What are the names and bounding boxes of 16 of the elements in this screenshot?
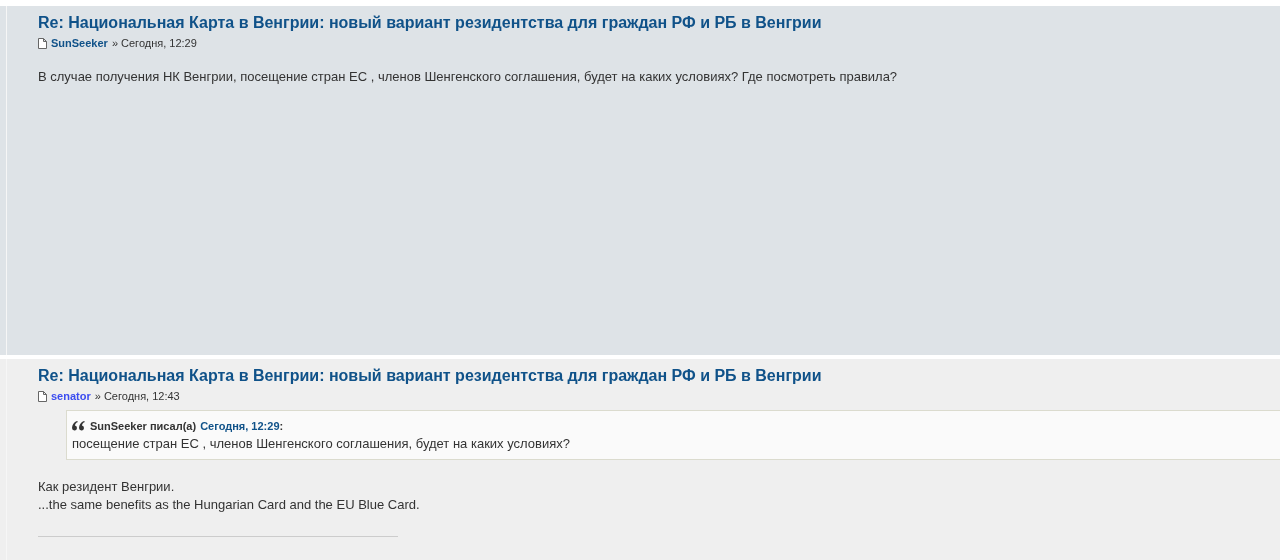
quote-text: посещение стран ЕС , членов Шенгенского соглашения, будет на каких условиях? xyxy=(72,435,571,453)
post-title[interactable]: Re: Национальная Карта в Венгрии: новый вариант резидентства для граждан РФ и РБ в Венгрии xyxy=(38,14,822,32)
quote-icon xyxy=(72,421,86,431)
post-title[interactable]: Re: Национальная Карта в Венгрии: новый вариант резидентства для граждан РФ и РБ в Венгрии xyxy=(38,367,822,385)
document-icon xyxy=(38,390,47,402)
document-icon xyxy=(38,37,47,49)
quote-time-link[interactable]: Сегодня, 12:29 xyxy=(200,420,280,432)
author-link[interactable]: SunSeeker xyxy=(51,37,108,49)
post-time: » Сегодня, 12:43 xyxy=(94,390,180,402)
quote-author: SunSeeker писал(а) xyxy=(90,419,197,434)
post-text: Как резидент Венгрии. xyxy=(38,478,176,496)
post-text: ...the same benefits as the Hungarian Card and the EU Blue Card. xyxy=(38,496,421,514)
post-text: В случае получения НК Венгрии, посещение стран ЕС , членов Шенгенского соглашения, будет на каких условиях? Где посмотреть правила? xyxy=(38,68,899,86)
post-time: » Сегодня, 12:29 xyxy=(111,37,197,49)
quote-colon: : xyxy=(279,420,284,432)
author-link[interactable]: senator xyxy=(51,390,91,402)
